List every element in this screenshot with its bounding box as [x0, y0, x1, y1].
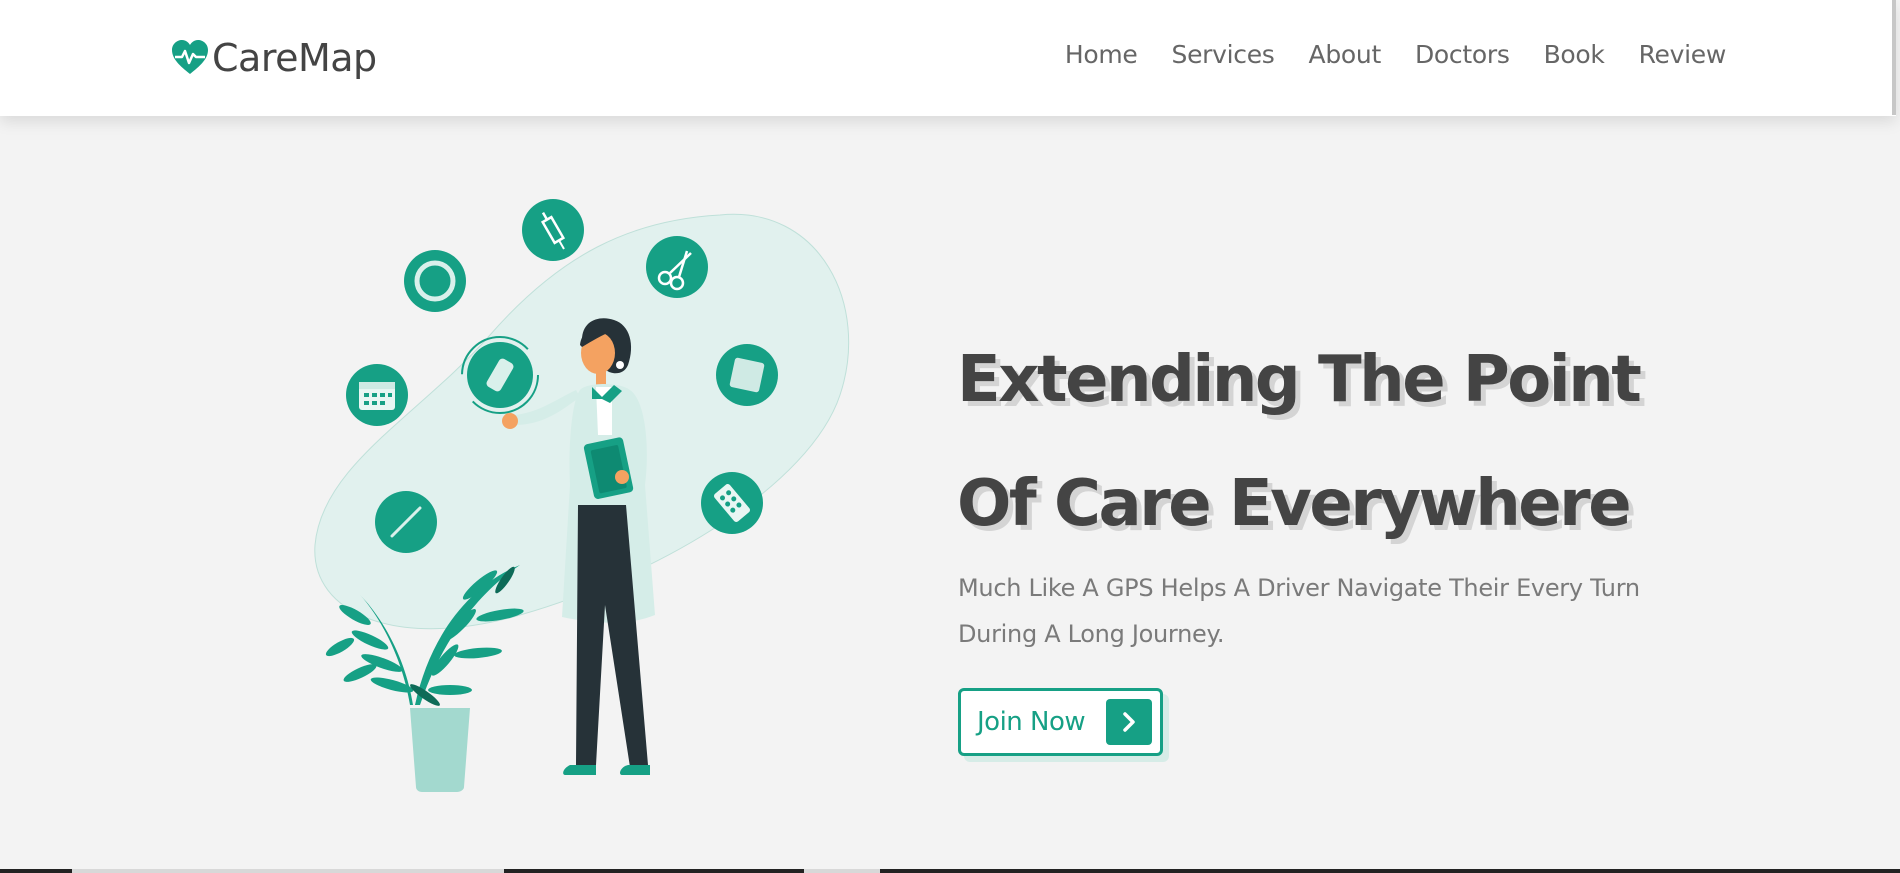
- brand-logo[interactable]: CareMap: [170, 33, 377, 83]
- hero-title-line-1: Extending The Point: [957, 343, 1642, 417]
- nav-link-doctors[interactable]: Doctors: [1415, 40, 1510, 69]
- hero-title-line-2: Of Care Everywhere: [957, 467, 1632, 541]
- hero-title: Extending The Point Of Care Everywhere: [957, 318, 1857, 566]
- plant-pot: [410, 708, 470, 792]
- nav-link-review[interactable]: Review: [1639, 40, 1727, 69]
- site-header: CareMap Home Services About Doctors Book…: [0, 0, 1896, 116]
- main-nav: Home Services About Doctors Book Review: [1065, 40, 1726, 69]
- thermometer-icon: [375, 491, 437, 553]
- hero-illustration: [314, 199, 849, 792]
- nav-link-about[interactable]: About: [1309, 40, 1382, 69]
- calendar-icon: [346, 364, 408, 426]
- pill-pack-icon: [701, 472, 763, 534]
- scissors-icon: [646, 236, 708, 298]
- sticky-note-icon: [716, 344, 778, 406]
- bandage-icon: [461, 336, 539, 414]
- chevron-right-icon: [1106, 699, 1152, 745]
- bottom-section-edge: [0, 869, 1900, 873]
- ring-icon: [404, 250, 466, 312]
- syringe-icon: [522, 199, 584, 261]
- nav-link-book[interactable]: Book: [1544, 40, 1605, 69]
- hero-subtitle: Much Like A GPS Helps A Driver Navigate …: [958, 574, 1640, 648]
- scrollbar-thumb[interactable]: [1892, 0, 1896, 115]
- join-now-label: Join Now: [977, 707, 1086, 737]
- nav-link-home[interactable]: Home: [1065, 40, 1138, 69]
- brand-name: CareMap: [212, 36, 377, 80]
- nav-link-services[interactable]: Services: [1172, 40, 1275, 69]
- join-now-button[interactable]: Join Now: [958, 688, 1163, 756]
- heart-pulse-icon: [172, 40, 208, 74]
